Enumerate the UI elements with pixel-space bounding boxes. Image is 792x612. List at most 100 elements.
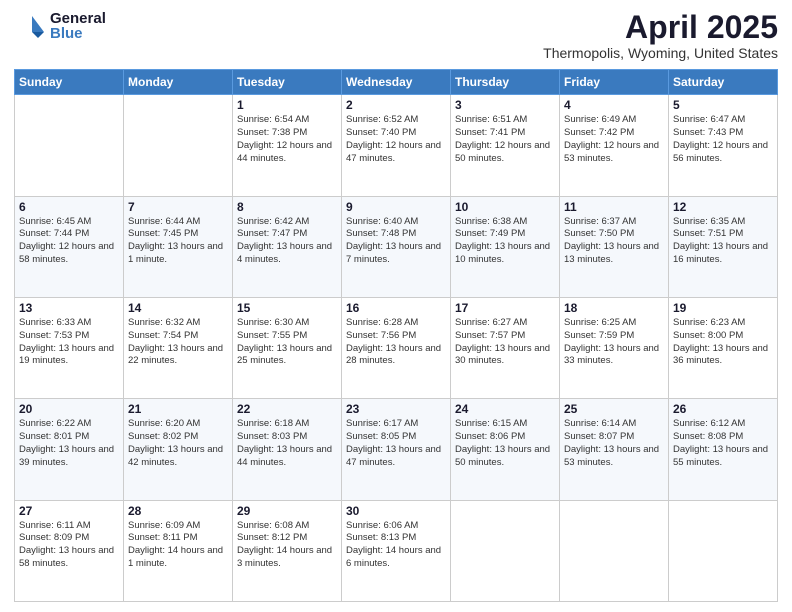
table-row: 27Sunrise: 6:11 AM Sunset: 8:09 PM Dayli… (15, 500, 124, 601)
day-number: 24 (455, 402, 555, 416)
day-info: Sunrise: 6:27 AM Sunset: 7:57 PM Dayligh… (455, 317, 555, 368)
day-info: Sunrise: 6:09 AM Sunset: 8:11 PM Dayligh… (128, 520, 228, 571)
day-info: Sunrise: 6:08 AM Sunset: 8:12 PM Dayligh… (237, 520, 337, 571)
day-info: Sunrise: 6:51 AM Sunset: 7:41 PM Dayligh… (455, 114, 555, 165)
day-number: 22 (237, 402, 337, 416)
table-row: 2 Sunrise: 6:52 AM Sunset: 7:40 PM Daylig… (342, 95, 451, 196)
day-number: 1 (237, 98, 337, 112)
table-row: 21 Sunrise: 6:20 AM Sunset: 8:02 PM Dayli… (124, 399, 233, 500)
table-row (669, 500, 778, 601)
calendar-week-row: 1 Sunrise: 6:54 AM Sunset: 7:38 PM Daylig… (15, 95, 778, 196)
day-info: Sunrise: 6:45 AM Sunset: 7:44 PM Dayligh… (19, 216, 119, 267)
col-thursday: Thursday (451, 70, 560, 95)
day-number: 2 (346, 98, 446, 112)
day-info: Sunrise: 6:11 AM Sunset: 8:09 PM Dayligh… (19, 520, 119, 571)
day-info: Sunrise: 6:28 AM Sunset: 7:56 PM Dayligh… (346, 317, 446, 368)
day-number: 5 (673, 98, 773, 112)
table-row: 30Sunrise: 6:06 AM Sunset: 8:13 PM Dayli… (342, 500, 451, 601)
day-info: Sunrise: 6:23 AM Sunset: 8:00 PM Dayligh… (673, 317, 773, 368)
calendar-week-row: 20 Sunrise: 6:22 AM Sunset: 8:01 PM Dayli… (15, 399, 778, 500)
table-row (451, 500, 560, 601)
table-row: 12Sunrise: 6:35 AM Sunset: 7:51 PM Dayli… (669, 196, 778, 297)
table-row: 11 Sunrise: 6:37 AM Sunset: 7:50 PM Dayli… (560, 196, 669, 297)
table-row: 23 Sunrise: 6:17 AM Sunset: 8:05 PM Dayli… (342, 399, 451, 500)
day-number: 9 (346, 200, 446, 214)
calendar-week-row: 13 Sunrise: 6:33 AM Sunset: 7:53 PM Dayli… (15, 297, 778, 398)
main-title: April 2025 (543, 10, 778, 45)
table-row: 1 Sunrise: 6:54 AM Sunset: 7:38 PM Daylig… (233, 95, 342, 196)
day-number: 21 (128, 402, 228, 416)
day-info: Sunrise: 6:30 AM Sunset: 7:55 PM Dayligh… (237, 317, 337, 368)
day-info: Sunrise: 6:33 AM Sunset: 7:53 PM Dayligh… (19, 317, 119, 368)
day-number: 17 (455, 301, 555, 315)
day-info: Sunrise: 6:40 AM Sunset: 7:48 PM Dayligh… (346, 216, 446, 267)
table-row: 25Sunrise: 6:14 AM Sunset: 8:07 PM Dayli… (560, 399, 669, 500)
day-number: 13 (19, 301, 119, 315)
table-row (124, 95, 233, 196)
day-number: 12 (673, 200, 773, 214)
day-number: 11 (564, 200, 664, 214)
day-info: Sunrise: 6:20 AM Sunset: 8:02 PM Dayligh… (128, 418, 228, 469)
calendar-table: Sunday Monday Tuesday Wednesday Thursday… (14, 69, 778, 602)
day-info: Sunrise: 6:38 AM Sunset: 7:49 PM Dayligh… (455, 216, 555, 267)
logo-general: General (50, 11, 106, 26)
col-tuesday: Tuesday (233, 70, 342, 95)
table-row: 19 Sunrise: 6:23 AM Sunset: 8:00 PM Dayli… (669, 297, 778, 398)
day-number: 10 (455, 200, 555, 214)
table-row: 10 Sunrise: 6:38 AM Sunset: 7:49 PM Dayli… (451, 196, 560, 297)
calendar-header-row: Sunday Monday Tuesday Wednesday Thursday… (15, 70, 778, 95)
day-number: 6 (19, 200, 119, 214)
table-row: 24 Sunrise: 6:15 AM Sunset: 8:06 PM Dayli… (451, 399, 560, 500)
table-row: 29 Sunrise: 6:08 AM Sunset: 8:12 PM Dayli… (233, 500, 342, 601)
day-info: Sunrise: 6:44 AM Sunset: 7:45 PM Dayligh… (128, 216, 228, 267)
table-row: 18 Sunrise: 6:25 AM Sunset: 7:59 PM Dayli… (560, 297, 669, 398)
table-row (560, 500, 669, 601)
title-block: April 2025 Thermopolis, Wyoming, United … (543, 10, 778, 61)
logo-blue: Blue (50, 26, 106, 41)
col-friday: Friday (560, 70, 669, 95)
day-number: 3 (455, 98, 555, 112)
logo-text: General Blue (50, 11, 106, 41)
day-number: 25 (564, 402, 664, 416)
day-info: Sunrise: 6:22 AM Sunset: 8:01 PM Dayligh… (19, 418, 119, 469)
table-row: 26Sunrise: 6:12 AM Sunset: 8:08 PM Dayli… (669, 399, 778, 500)
day-number: 18 (564, 301, 664, 315)
location-subtitle: Thermopolis, Wyoming, United States (543, 45, 778, 61)
day-number: 4 (564, 98, 664, 112)
day-info: Sunrise: 6:54 AM Sunset: 7:38 PM Dayligh… (237, 114, 337, 165)
table-row: 14Sunrise: 6:32 AM Sunset: 7:54 PM Dayli… (124, 297, 233, 398)
col-sunday: Sunday (15, 70, 124, 95)
day-number: 7 (128, 200, 228, 214)
day-number: 14 (128, 301, 228, 315)
table-row: 16 Sunrise: 6:28 AM Sunset: 7:56 PM Dayli… (342, 297, 451, 398)
day-info: Sunrise: 6:17 AM Sunset: 8:05 PM Dayligh… (346, 418, 446, 469)
table-row: 4Sunrise: 6:49 AM Sunset: 7:42 PM Daylig… (560, 95, 669, 196)
day-number: 20 (19, 402, 119, 416)
day-info: Sunrise: 6:06 AM Sunset: 8:13 PM Dayligh… (346, 520, 446, 571)
day-info: Sunrise: 6:12 AM Sunset: 8:08 PM Dayligh… (673, 418, 773, 469)
day-number: 23 (346, 402, 446, 416)
day-number: 29 (237, 504, 337, 518)
day-number: 16 (346, 301, 446, 315)
day-number: 28 (128, 504, 228, 518)
table-row: 3 Sunrise: 6:51 AM Sunset: 7:41 PM Daylig… (451, 95, 560, 196)
page-header: General Blue April 2025 Thermopolis, Wyo… (14, 10, 778, 61)
table-row: 13 Sunrise: 6:33 AM Sunset: 7:53 PM Dayli… (15, 297, 124, 398)
logo: General Blue (14, 10, 106, 42)
table-row: 8Sunrise: 6:42 AM Sunset: 7:47 PM Daylig… (233, 196, 342, 297)
day-number: 19 (673, 301, 773, 315)
calendar-week-row: 27Sunrise: 6:11 AM Sunset: 8:09 PM Dayli… (15, 500, 778, 601)
day-info: Sunrise: 6:15 AM Sunset: 8:06 PM Dayligh… (455, 418, 555, 469)
table-row: 7 Sunrise: 6:44 AM Sunset: 7:45 PM Daylig… (124, 196, 233, 297)
day-info: Sunrise: 6:37 AM Sunset: 7:50 PM Dayligh… (564, 216, 664, 267)
day-info: Sunrise: 6:25 AM Sunset: 7:59 PM Dayligh… (564, 317, 664, 368)
table-row: 28 Sunrise: 6:09 AM Sunset: 8:11 PM Dayli… (124, 500, 233, 601)
day-info: Sunrise: 6:42 AM Sunset: 7:47 PM Dayligh… (237, 216, 337, 267)
day-number: 15 (237, 301, 337, 315)
table-row: 9 Sunrise: 6:40 AM Sunset: 7:48 PM Daylig… (342, 196, 451, 297)
table-row: 22Sunrise: 6:18 AM Sunset: 8:03 PM Dayli… (233, 399, 342, 500)
table-row: 5Sunrise: 6:47 AM Sunset: 7:43 PM Daylig… (669, 95, 778, 196)
day-info: Sunrise: 6:52 AM Sunset: 7:40 PM Dayligh… (346, 114, 446, 165)
col-wednesday: Wednesday (342, 70, 451, 95)
table-row: 17 Sunrise: 6:27 AM Sunset: 7:57 PM Dayli… (451, 297, 560, 398)
